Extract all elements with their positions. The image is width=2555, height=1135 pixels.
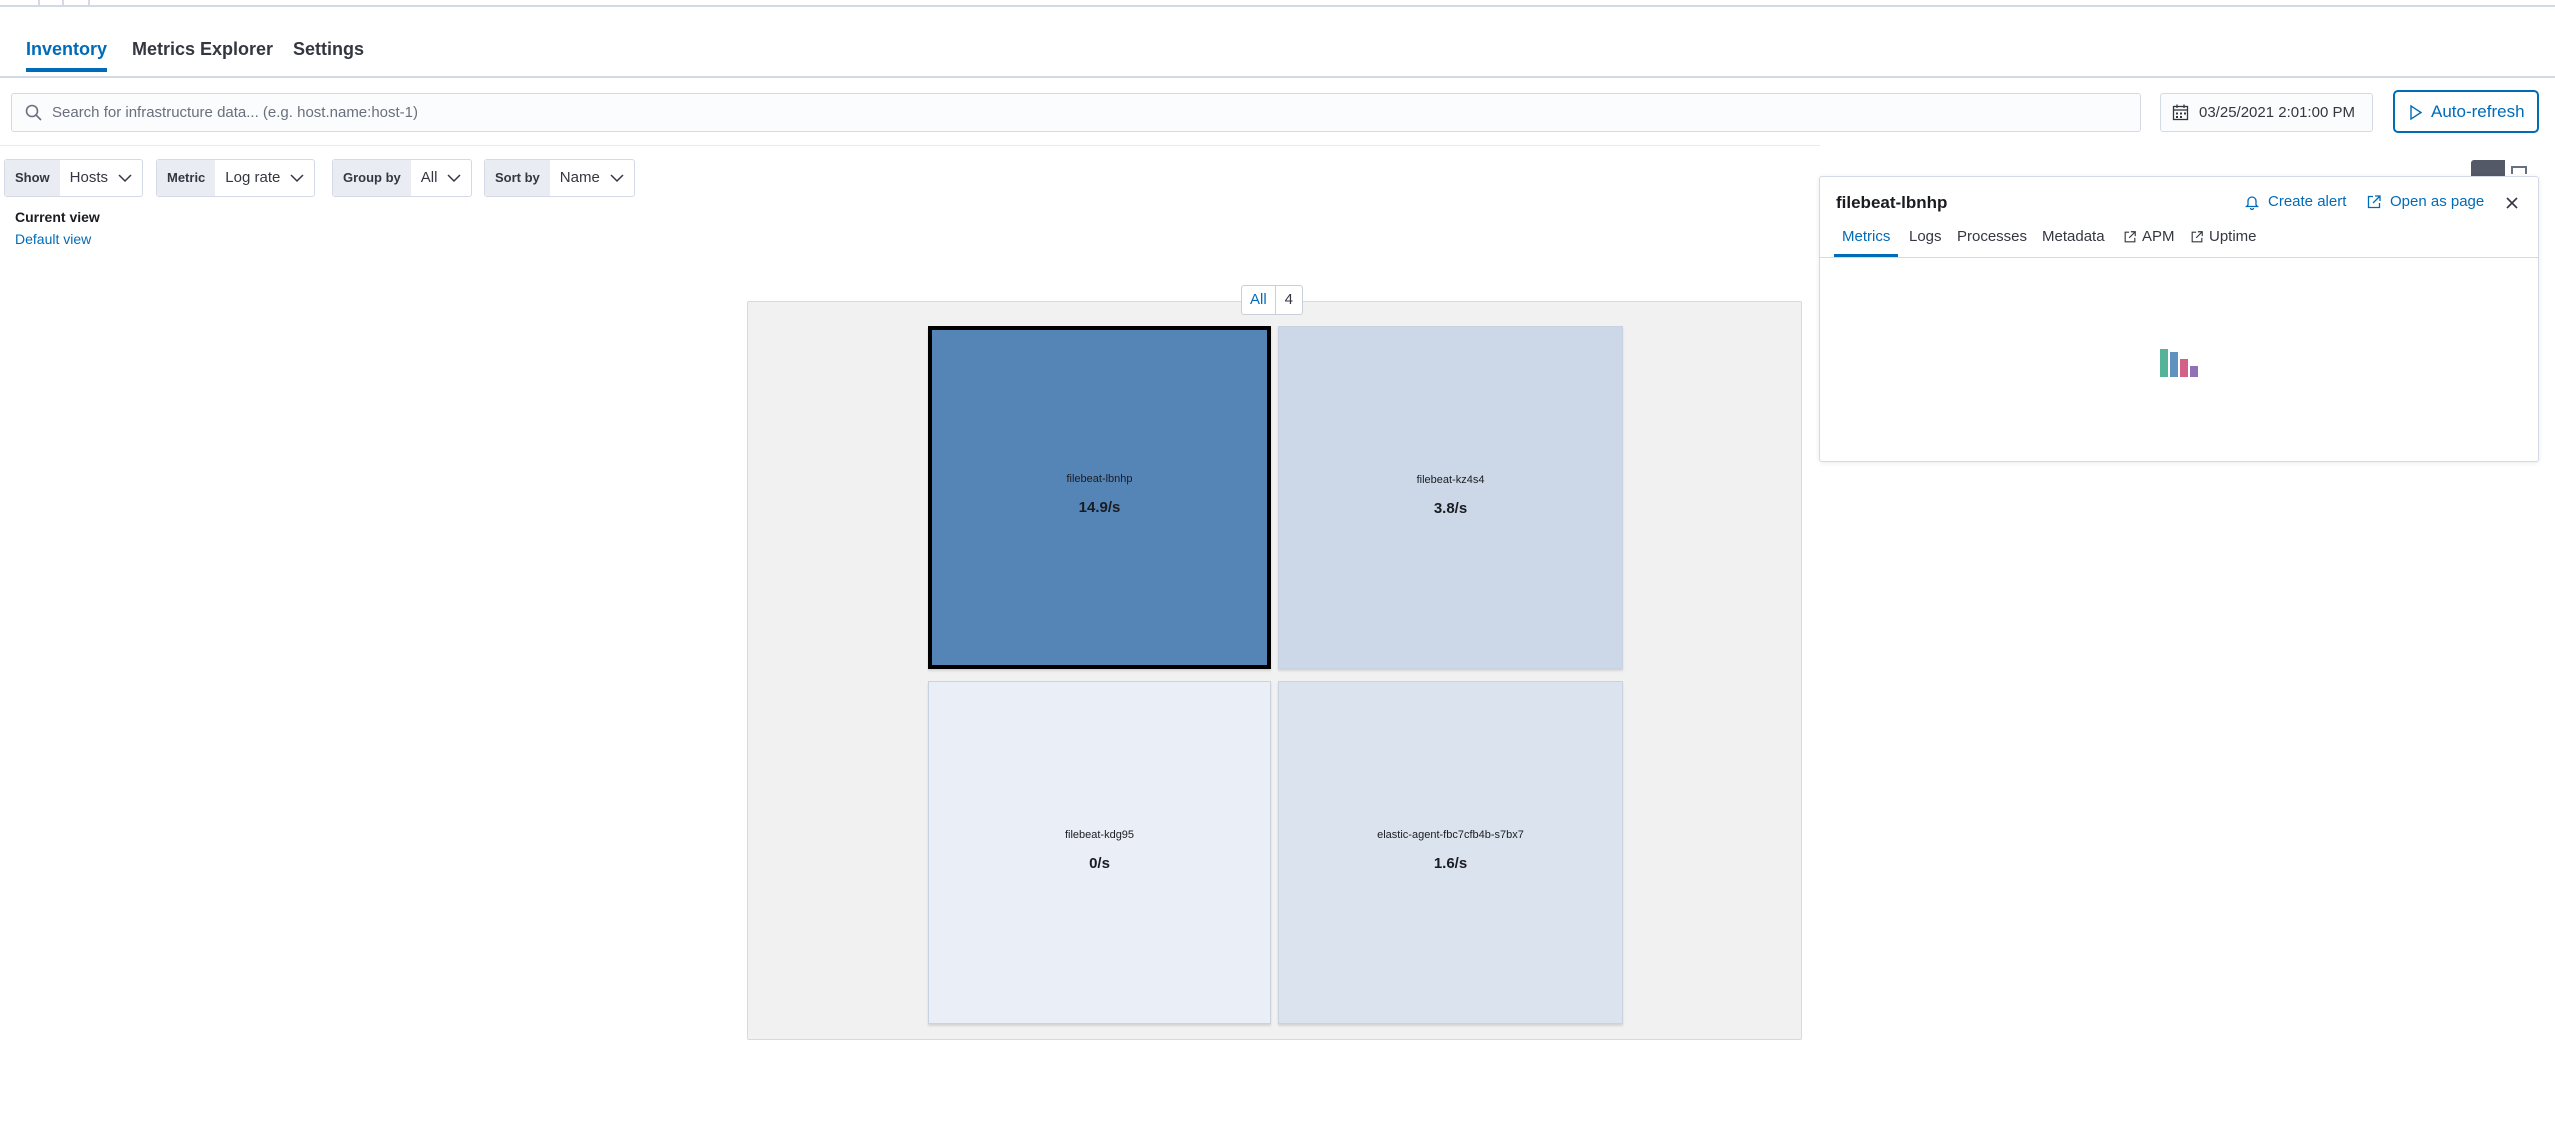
search-placeholder: Search for infrastructure data... (e.g. … xyxy=(52,104,419,121)
tab-settings[interactable]: Settings xyxy=(293,27,364,71)
play-icon xyxy=(2410,104,2423,121)
date-picker[interactable]: 03/25/2021 2:01:00 PM xyxy=(2160,93,2373,132)
metric-filter-label: Metric xyxy=(157,160,216,196)
flyout-tab-apm[interactable]: APM xyxy=(2123,228,2175,245)
strip-divider xyxy=(62,0,64,5)
chevron-down-icon xyxy=(610,174,624,183)
show-filter[interactable]: Show Hosts xyxy=(4,159,144,197)
loader-bar xyxy=(2190,366,2198,377)
bell-icon xyxy=(2244,195,2260,210)
sort-by-filter-value: Name xyxy=(559,169,600,186)
sort-by-filter-label: Sort by xyxy=(485,160,550,196)
group-by-filter[interactable]: Group by All xyxy=(332,159,473,197)
map-node[interactable]: elastic-agent-fbc7cfb4b-s7bx7 1.6/s xyxy=(1278,681,1623,1024)
flyout-title: filebeat-lbnhp xyxy=(1836,193,1948,212)
map-node[interactable]: filebeat-lbnhp 14.9/s xyxy=(928,326,1271,669)
open-as-page-button[interactable]: Open as page xyxy=(2366,193,2484,210)
group-badge-count: 4 xyxy=(1284,291,1294,308)
metric-filter[interactable]: Metric Log rate xyxy=(156,159,316,197)
popout-icon xyxy=(2367,194,2381,208)
node-value: 1.6/s xyxy=(1433,855,1468,872)
open-as-page-label: Open as page xyxy=(2390,193,2485,210)
map-node[interactable]: filebeat-kz4s4 3.8/s xyxy=(1278,326,1623,669)
node-name: elastic-agent-fbc7cfb4b-s7bx7 xyxy=(1377,829,1524,841)
strip-divider xyxy=(38,0,40,5)
loader-bar xyxy=(2160,349,2168,377)
sort-by-filter[interactable]: Sort by Name xyxy=(484,159,635,197)
flyout-tabs: Metrics Logs Processes Metadata APM Upti… xyxy=(1820,223,2538,258)
search-icon xyxy=(25,104,42,121)
date-value: 03/25/2021 2:01:00 PM xyxy=(2199,104,2355,121)
node-value: 3.8/s xyxy=(1433,500,1468,517)
flyout-tab-logs[interactable]: Logs xyxy=(1909,228,1942,245)
waffle-map xyxy=(747,301,1802,1040)
group-by-filter-label: Group by xyxy=(333,160,411,196)
node-value: 14.9/s xyxy=(1078,499,1121,516)
map-view-button[interactable] xyxy=(2471,160,2505,176)
table-view-button[interactable] xyxy=(2511,166,2527,174)
toolbar-divider xyxy=(0,145,1820,146)
tab-inventory[interactable]: Inventory xyxy=(26,27,108,72)
group-badge-label: All xyxy=(1242,286,1276,314)
node-name: filebeat-lbnhp xyxy=(1066,473,1133,485)
strip-divider xyxy=(88,0,90,5)
show-filter-value: Hosts xyxy=(69,169,109,186)
create-alert-button[interactable]: Create alert xyxy=(2244,193,2346,210)
node-value: 0/s xyxy=(1089,855,1110,872)
flyout-tab-metadata[interactable]: Metadata xyxy=(2042,228,2105,245)
tab-metrics-explorer[interactable]: Metrics Explorer xyxy=(132,27,273,71)
search-input[interactable]: Search for infrastructure data... (e.g. … xyxy=(11,93,2141,132)
current-view-heading: Current view xyxy=(15,209,100,225)
node-details-flyout: filebeat-lbnhp Create alert Open as page… xyxy=(1819,176,2539,462)
flyout-tab-processes[interactable]: Processes xyxy=(1957,228,2027,245)
flyout-tab-metrics[interactable]: Metrics xyxy=(1833,228,1899,257)
loader-bar xyxy=(2170,352,2178,377)
view-switcher[interactable] xyxy=(2471,160,2535,176)
group-badge[interactable]: All 4 xyxy=(1241,285,1304,315)
top-strip xyxy=(0,0,2555,7)
calendar-icon xyxy=(2172,104,2189,121)
show-filter-label: Show xyxy=(5,160,60,196)
map-node[interactable]: filebeat-kdg95 0/s xyxy=(928,681,1271,1024)
metric-filter-value: Log rate xyxy=(225,169,281,186)
main-tabs: Inventory Metrics Explorer Settings xyxy=(0,7,2555,78)
node-name: filebeat-kdg95 xyxy=(1064,829,1135,841)
popout-icon xyxy=(2124,230,2136,242)
default-view-link[interactable]: Default view xyxy=(15,231,91,247)
create-alert-label: Create alert xyxy=(2268,193,2347,210)
group-by-filter-value: All xyxy=(420,169,438,186)
chevron-down-icon xyxy=(118,174,132,183)
flyout-tab-uptime[interactable]: Uptime xyxy=(2190,228,2257,245)
chevron-down-icon xyxy=(290,174,304,183)
auto-refresh-label: Auto-refresh xyxy=(2431,102,2525,121)
auto-refresh-button[interactable]: Auto-refresh xyxy=(2393,90,2539,133)
close-icon[interactable] xyxy=(2502,193,2522,213)
chevron-down-icon xyxy=(447,174,461,183)
popout-icon xyxy=(2191,230,2203,242)
node-name: filebeat-kz4s4 xyxy=(1416,474,1485,486)
loading-chart-icon xyxy=(2160,349,2198,377)
loader-bar xyxy=(2180,359,2188,377)
